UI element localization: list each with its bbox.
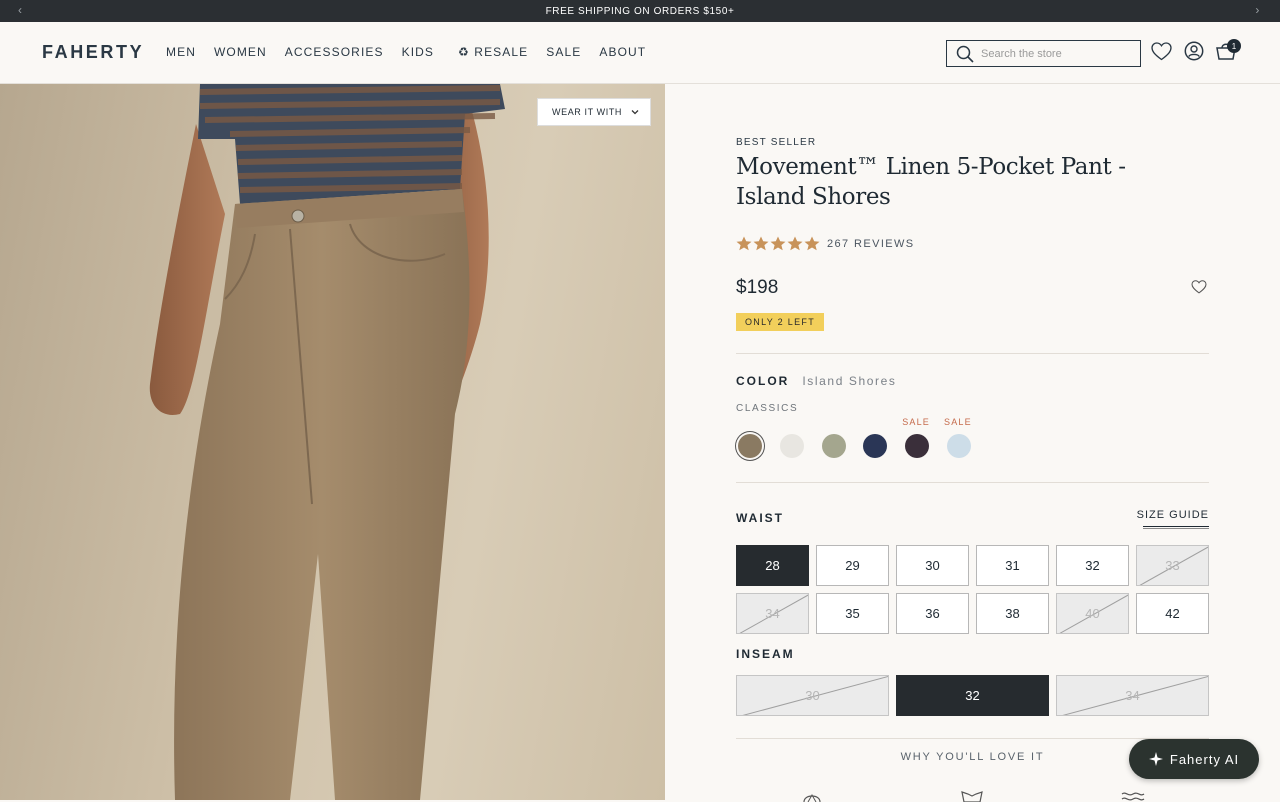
waist-size-option[interactable]: 31 xyxy=(976,545,1049,586)
inseam-size-option[interactable]: 34 xyxy=(1056,675,1209,716)
search-input[interactable] xyxy=(981,47,1131,60)
size-label: 30 xyxy=(925,558,940,573)
size-label: 30 xyxy=(805,688,820,703)
star-icon xyxy=(753,236,769,251)
product-info: BEST SELLER Movement™ Linen 5-Pocket Pan… xyxy=(736,84,1209,802)
wear-it-with-label: WEAR IT WITH xyxy=(552,107,623,117)
faherty-ai-label: Faherty AI xyxy=(1169,751,1240,767)
rating-stars xyxy=(736,236,821,251)
star-icon xyxy=(736,236,752,251)
announcement-bar: ‹ FREE SHIPPING ON ORDERS $150+ › xyxy=(0,0,1280,22)
waist-size-option[interactable]: 42 xyxy=(1136,593,1209,634)
waist-size-option[interactable]: 35 xyxy=(816,593,889,634)
size-label: 42 xyxy=(1165,606,1180,621)
selected-color-name: Island Shores xyxy=(802,374,897,388)
product-image[interactable]: WEAR IT WITH xyxy=(0,84,665,800)
waist-size-option[interactable]: 33 xyxy=(1136,545,1209,586)
inseam-size-option[interactable]: 30 xyxy=(736,675,889,716)
star-icon xyxy=(770,236,786,251)
size-label: 38 xyxy=(1005,606,1020,621)
divider xyxy=(736,482,1209,483)
shell-icon xyxy=(803,793,821,802)
color-swatch[interactable] xyxy=(779,434,804,458)
sparkle-icon xyxy=(1148,752,1163,766)
size-label: 31 xyxy=(1005,558,1020,573)
size-label: 29 xyxy=(845,558,860,573)
swatch-sale-tag: SALE xyxy=(944,417,972,427)
color-swatch[interactable] xyxy=(905,434,930,458)
waist-size-option[interactable]: 40 xyxy=(1056,593,1129,634)
waist-size-option[interactable]: 29 xyxy=(816,545,889,586)
size-guide-link[interactable]: SIZE GUIDE xyxy=(1137,509,1209,521)
faherty-ai-button[interactable]: Faherty AI xyxy=(1129,739,1259,779)
announcement-text[interactable]: FREE SHIPPING ON ORDERS $150+ xyxy=(546,6,735,17)
waist-label: WAIST xyxy=(736,511,784,525)
product-title: Movement™ Linen 5-Pocket Pant - Island S… xyxy=(736,154,1126,210)
product-rating[interactable]: 267 REVIEWS xyxy=(736,236,915,251)
size-label: 32 xyxy=(965,688,980,703)
search-box[interactable] xyxy=(946,40,1141,67)
nav-item-women[interactable]: WOMEN xyxy=(214,45,267,59)
waist-size-option[interactable]: 28 xyxy=(736,545,809,586)
announcement-next-arrow[interactable]: › xyxy=(1255,3,1260,17)
color-swatch[interactable] xyxy=(738,434,762,458)
search-icon[interactable] xyxy=(956,45,974,63)
waist-size-option[interactable]: 32 xyxy=(1056,545,1129,586)
product-price: $198 xyxy=(736,277,779,298)
swatch-sale-tag: SALE xyxy=(902,417,931,427)
size-label: 35 xyxy=(845,606,860,621)
low-stock-badge: ONLY 2 LEFT xyxy=(736,313,824,331)
inseam-size-option[interactable]: 32 xyxy=(896,675,1049,716)
divider xyxy=(736,353,1209,354)
account-icon[interactable] xyxy=(1184,41,1204,61)
divider xyxy=(736,738,1209,739)
reviews-link[interactable]: 267 REVIEWS xyxy=(827,238,915,250)
waist-size-option[interactable]: 38 xyxy=(976,593,1049,634)
wishlist-heart-icon[interactable] xyxy=(1151,42,1172,61)
star-icon xyxy=(804,236,820,251)
faherty-logo[interactable]: FAHERTY xyxy=(42,42,144,63)
size-label: 34 xyxy=(1125,688,1140,703)
waist-size-option[interactable]: 36 xyxy=(896,593,969,634)
size-label: 33 xyxy=(1165,558,1180,573)
color-swatch[interactable] xyxy=(821,434,846,458)
waist-size-option[interactable]: 30 xyxy=(896,545,969,586)
size-label: 28 xyxy=(765,558,780,573)
size-label: 40 xyxy=(1085,606,1100,621)
size-label: 34 xyxy=(765,606,780,621)
size-guide-underline xyxy=(1143,526,1209,529)
garment-icon xyxy=(961,791,983,802)
nav-item-sale[interactable]: SALE xyxy=(546,45,581,59)
nav-item-about[interactable]: ABOUT xyxy=(599,45,646,59)
nav-item-accessories[interactable]: ACCESSORIES xyxy=(285,45,384,59)
waist-size-option[interactable]: 34 xyxy=(736,593,809,634)
color-swatch[interactable] xyxy=(863,434,888,458)
announcement-prev-arrow[interactable]: ‹ xyxy=(18,3,23,17)
best-seller-label: BEST SELLER xyxy=(736,137,817,148)
size-label: 36 xyxy=(925,606,940,621)
star-icon xyxy=(787,236,803,251)
nav-item-kids[interactable]: KIDS xyxy=(402,45,434,59)
inseam-label: INSEAM xyxy=(736,647,795,661)
size-label: 32 xyxy=(1085,558,1100,573)
add-to-wishlist-heart-icon[interactable] xyxy=(1191,280,1207,294)
wear-it-with-button[interactable]: WEAR IT WITH xyxy=(537,98,651,126)
site-header: FAHERTY MEN WOMEN ACCESSORIES KIDS ♻ RES… xyxy=(0,22,1280,84)
waves-icon xyxy=(1121,792,1145,801)
color-group-label: CLASSICS xyxy=(736,403,799,414)
chevron-down-icon xyxy=(631,110,639,115)
nav-item-men[interactable]: MEN xyxy=(166,45,196,59)
color-label: COLOR xyxy=(736,374,790,388)
color-row: COLOR Island Shores xyxy=(736,374,897,388)
nav-item-resale[interactable]: ♻ RESALE xyxy=(458,45,528,59)
main-nav: MEN WOMEN ACCESSORIES KIDS ♻ RESALE SALE… xyxy=(166,45,664,59)
model-photo xyxy=(149,84,505,800)
cart-count-badge: 1 xyxy=(1227,39,1241,53)
color-swatch[interactable] xyxy=(947,434,971,458)
